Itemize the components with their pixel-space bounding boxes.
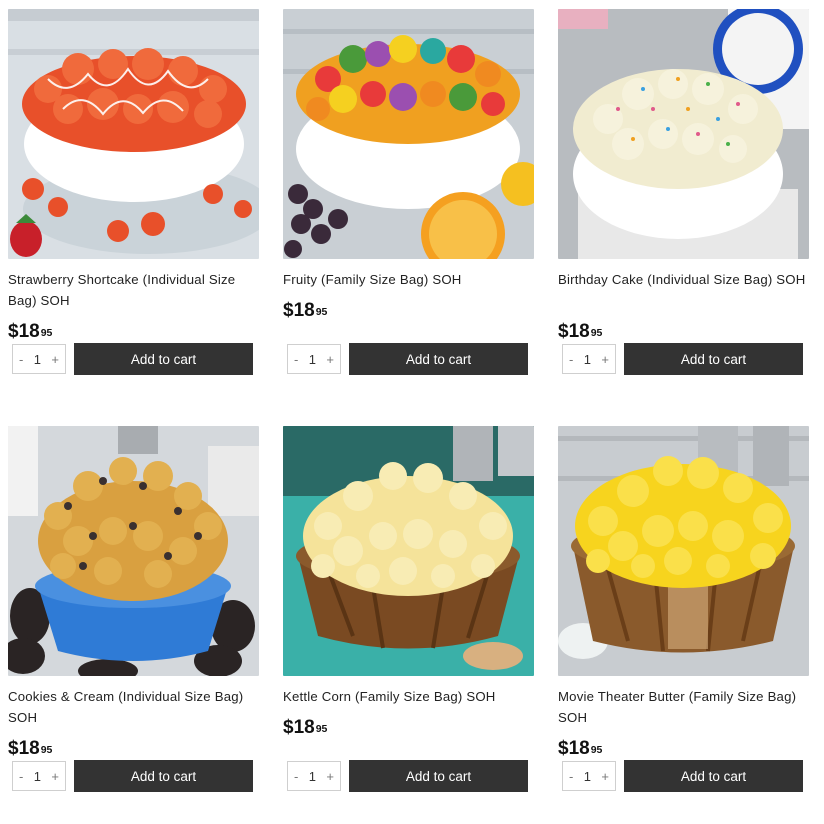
increase-quantity-button[interactable]: + (51, 769, 59, 784)
add-to-cart-button[interactable]: Add to cart (74, 343, 253, 375)
price-dollars: $18 (8, 321, 40, 342)
strawberry-popcorn-image (8, 9, 259, 259)
product-title[interactable]: Birthday Cake (Individual Size Bag) SOH (558, 269, 809, 311)
product-title[interactable]: Strawberry Shortcake (Individual Size Ba… (8, 269, 259, 311)
add-to-cart-button[interactable]: Add to cart (349, 760, 528, 792)
product-image[interactable] (8, 426, 259, 676)
product-card: Movie Theater Butter (Family Size Bag) S… (558, 426, 809, 792)
price-cents: 95 (590, 327, 603, 339)
decrease-quantity-button[interactable]: - (294, 769, 298, 784)
price-cents: 95 (315, 306, 328, 318)
cart-row: - 1 + Add to cart (558, 343, 809, 375)
quantity-stepper[interactable]: - 1 + (12, 761, 66, 791)
product-price: $1895 (8, 738, 259, 760)
product-card: Kettle Corn (Family Size Bag) SOH $1895 … (283, 426, 534, 792)
product-image[interactable] (283, 426, 534, 676)
decrease-quantity-button[interactable]: - (19, 769, 23, 784)
cart-row: - 1 + Add to cart (283, 760, 534, 792)
quantity-value[interactable]: 1 (584, 769, 591, 784)
increase-quantity-button[interactable]: + (326, 769, 334, 784)
product-title[interactable]: Cookies & Cream (Individual Size Bag) SO… (8, 686, 259, 728)
quantity-value[interactable]: 1 (34, 352, 41, 367)
quantity-value[interactable]: 1 (34, 769, 41, 784)
quantity-stepper[interactable]: - 1 + (562, 344, 616, 374)
price-cents: 95 (40, 327, 53, 339)
decrease-quantity-button[interactable]: - (569, 352, 573, 367)
price-dollars: $18 (8, 738, 40, 759)
price-dollars: $18 (283, 717, 315, 738)
add-to-cart-button[interactable]: Add to cart (624, 343, 803, 375)
price-cents: 95 (590, 744, 603, 756)
product-title[interactable]: Movie Theater Butter (Family Size Bag) S… (558, 686, 809, 728)
increase-quantity-button[interactable]: + (326, 352, 334, 367)
butter-popcorn-image (558, 426, 809, 676)
quantity-stepper[interactable]: - 1 + (287, 344, 341, 374)
decrease-quantity-button[interactable]: - (569, 769, 573, 784)
price-cents: 95 (315, 723, 328, 735)
cart-row: - 1 + Add to cart (558, 760, 809, 792)
quantity-stepper[interactable]: - 1 + (562, 761, 616, 791)
product-card: Fruity (Family Size Bag) SOH $1895 - 1 +… (283, 9, 534, 375)
product-price: $1895 (283, 300, 534, 322)
quantity-value[interactable]: 1 (584, 352, 591, 367)
quantity-value[interactable]: 1 (309, 769, 316, 784)
product-image[interactable] (558, 426, 809, 676)
product-image[interactable] (558, 9, 809, 259)
price-cents: 95 (40, 744, 53, 756)
product-price: $1895 (283, 717, 534, 739)
cart-row: - 1 + Add to cart (8, 760, 259, 792)
decrease-quantity-button[interactable]: - (294, 352, 298, 367)
birthday-cake-popcorn-image (558, 9, 809, 259)
product-card: Strawberry Shortcake (Individual Size Ba… (8, 9, 259, 375)
kettle-corn-popcorn-image (283, 426, 534, 676)
quantity-stepper[interactable]: - 1 + (287, 761, 341, 791)
increase-quantity-button[interactable]: + (51, 352, 59, 367)
product-price: $1895 (558, 321, 809, 343)
add-to-cart-button[interactable]: Add to cart (624, 760, 803, 792)
fruity-popcorn-image (283, 9, 534, 259)
product-image[interactable] (8, 9, 259, 259)
increase-quantity-button[interactable]: + (601, 352, 609, 367)
decrease-quantity-button[interactable]: - (19, 352, 23, 367)
add-to-cart-button[interactable]: Add to cart (349, 343, 528, 375)
cart-row: - 1 + Add to cart (8, 343, 259, 375)
price-dollars: $18 (558, 321, 590, 342)
increase-quantity-button[interactable]: + (601, 769, 609, 784)
product-price: $1895 (8, 321, 259, 343)
cookies-cream-popcorn-image (8, 426, 259, 676)
product-price: $1895 (558, 738, 809, 760)
product-card: Birthday Cake (Individual Size Bag) SOH … (558, 9, 809, 375)
product-card: Cookies & Cream (Individual Size Bag) SO… (8, 426, 259, 792)
quantity-value[interactable]: 1 (309, 352, 316, 367)
cart-row: - 1 + Add to cart (283, 343, 534, 375)
product-grid: Strawberry Shortcake (Individual Size Ba… (0, 0, 824, 824)
product-image[interactable] (283, 9, 534, 259)
price-dollars: $18 (558, 738, 590, 759)
quantity-stepper[interactable]: - 1 + (12, 344, 66, 374)
add-to-cart-button[interactable]: Add to cart (74, 760, 253, 792)
price-dollars: $18 (283, 300, 315, 321)
